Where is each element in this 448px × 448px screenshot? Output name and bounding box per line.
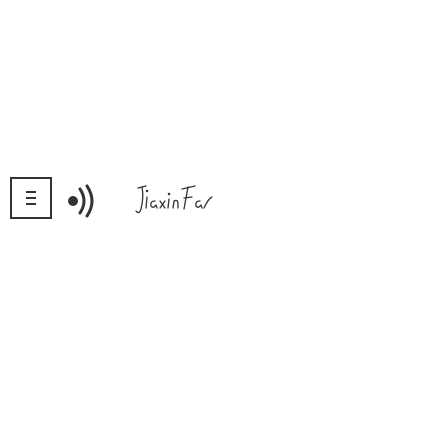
signature-logo-image bbox=[135, 185, 213, 214]
speaker-sound-waves-icon bbox=[68, 184, 94, 218]
top-toolbar: Jiaxin Fa bbox=[0, 177, 448, 221]
audio-button[interactable] bbox=[60, 177, 120, 219]
hamburger-menu-icon bbox=[26, 191, 36, 205]
menu-button[interactable] bbox=[10, 177, 52, 219]
app-screen: Jiaxin Fa bbox=[0, 0, 448, 448]
handwritten-logo: Jiaxin Fa bbox=[132, 177, 218, 219]
